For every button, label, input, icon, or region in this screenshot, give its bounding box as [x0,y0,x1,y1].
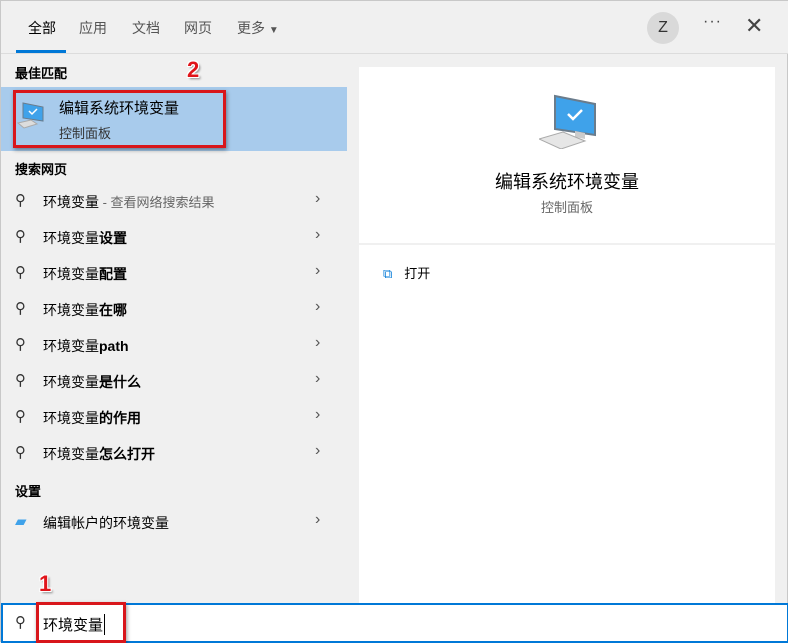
tab-more-label: 更多 [237,20,265,36]
avatar[interactable]: Z [647,12,679,44]
chevron-right-icon: › [315,442,321,459]
search-icon: ⚲ [15,228,26,245]
search-icon: ⚲ [15,336,26,353]
web-result-item[interactable]: ⚲ 环境变量是什么 › [1,363,347,399]
web-result-prefix: 环境变量 [43,230,99,246]
chevron-right-icon: › [315,511,321,528]
web-result-suggestion: 配置 [99,266,127,282]
tab-apps[interactable]: 应用 [79,18,107,38]
web-result-item[interactable]: ⚲ 环境变量设置 › [1,219,347,255]
web-result-prefix: 环境变量 [43,302,99,318]
web-result-prefix: 环境变量 [43,410,99,426]
open-action-label: 打开 [404,266,431,281]
web-result-suggestion: 怎么打开 [99,446,155,462]
web-result-label: 环境变量怎么打开 [43,444,155,464]
section-best-match: 最佳匹配 [15,66,68,81]
preview-title: 编辑系统环境变量 [495,172,639,192]
tab-more[interactable]: 更多 ▼ [237,18,279,38]
more-options-icon[interactable]: ··· [703,13,722,31]
search-icon: ⚲ [15,264,26,281]
chevron-right-icon: › [315,334,321,351]
open-action[interactable]: ⧉ 打开 [383,263,430,282]
web-result-suggestion: 是什么 [99,374,141,390]
web-result-item[interactable]: ⚲ 环境变量path › [1,327,347,363]
active-tab-indicator [16,50,66,53]
web-result-label: 环境变量在哪 [43,300,127,320]
monitor-large-icon [539,94,596,149]
web-result-label: 环境变量 - 查看网络搜索结果 [43,192,215,212]
web-result-label: 环境变量path [43,336,129,356]
web-result-prefix: 环境变量 [43,266,99,282]
web-result-prefix: 环境变量 [43,446,99,462]
web-result-item[interactable]: ⚲ 环境变量怎么打开 › [1,435,347,471]
caret-down-icon: ▼ [268,25,279,36]
section-web: 搜索网页 [15,162,68,177]
web-result-item[interactable]: ⚲ 环境变量配置 › [1,255,347,291]
web-result-prefix: 环境变量 [43,194,99,210]
top-bar: 全部 应用 文档 网页 更多 ▼ Z ··· ✕ [1,1,788,54]
web-result-label: 环境变量配置 [43,264,127,284]
web-result-prefix: 环境变量 [43,338,99,354]
web-result-label: 环境变量是什么 [43,372,141,392]
chevron-right-icon: › [315,370,321,387]
chevron-right-icon: › [315,226,321,243]
chevron-right-icon: › [315,262,321,279]
annotation-step-2: 2 [187,57,200,82]
tab-web[interactable]: 网页 [184,18,212,38]
chevron-right-icon: › [315,406,321,423]
web-result-label: 环境变量设置 [43,228,127,248]
annotation-box-search [36,602,126,643]
tab-documents[interactable]: 文档 [132,18,160,38]
divider [359,243,775,245]
search-icon: ⚲ [15,614,26,631]
annotation-step-1: 1 [39,571,52,596]
chevron-right-icon: › [315,190,321,207]
web-result-suggestion: 的作用 [99,410,141,426]
web-result-suggestion: 在哪 [99,302,127,318]
search-icon: ⚲ [15,372,26,389]
preview-subtitle: 控制面板 [540,200,593,215]
search-icon: ⚲ [15,444,26,461]
search-icon: ⚲ [15,408,26,425]
settings-item-label: 编辑帐户的环境变量 [43,515,169,531]
tab-all[interactable]: 全部 [28,18,56,38]
web-result-suggestion: 设置 [99,230,127,246]
web-result-item[interactable]: ⚲ 环境变量的作用 › [1,399,347,435]
search-icon: ⚲ [15,300,26,317]
section-settings: 设置 [15,484,42,499]
open-external-icon: ⧉ [383,266,393,281]
web-result-prefix: 环境变量 [43,374,99,390]
web-result-item[interactable]: ⚲ 环境变量在哪 › [1,291,347,327]
close-icon[interactable]: ✕ [745,13,763,39]
search-icon: ⚲ [15,192,26,209]
settings-monitor-icon: ▰ [15,513,27,530]
web-result-suggestion: path [99,338,129,354]
chevron-right-icon: › [315,298,321,315]
web-result-hint: - 查看网络搜索结果 [99,195,215,210]
web-result-label: 环境变量的作用 [43,408,141,428]
preview-pane: 编辑系统环境变量 控制面板 ⧉ 打开 [359,67,775,603]
annotation-box-best-match [13,90,226,148]
settings-item[interactable]: ▰ 编辑帐户的环境变量 › [1,504,347,540]
web-result-item[interactable]: ⚲ 环境变量 - 查看网络搜索结果 › [1,183,347,219]
